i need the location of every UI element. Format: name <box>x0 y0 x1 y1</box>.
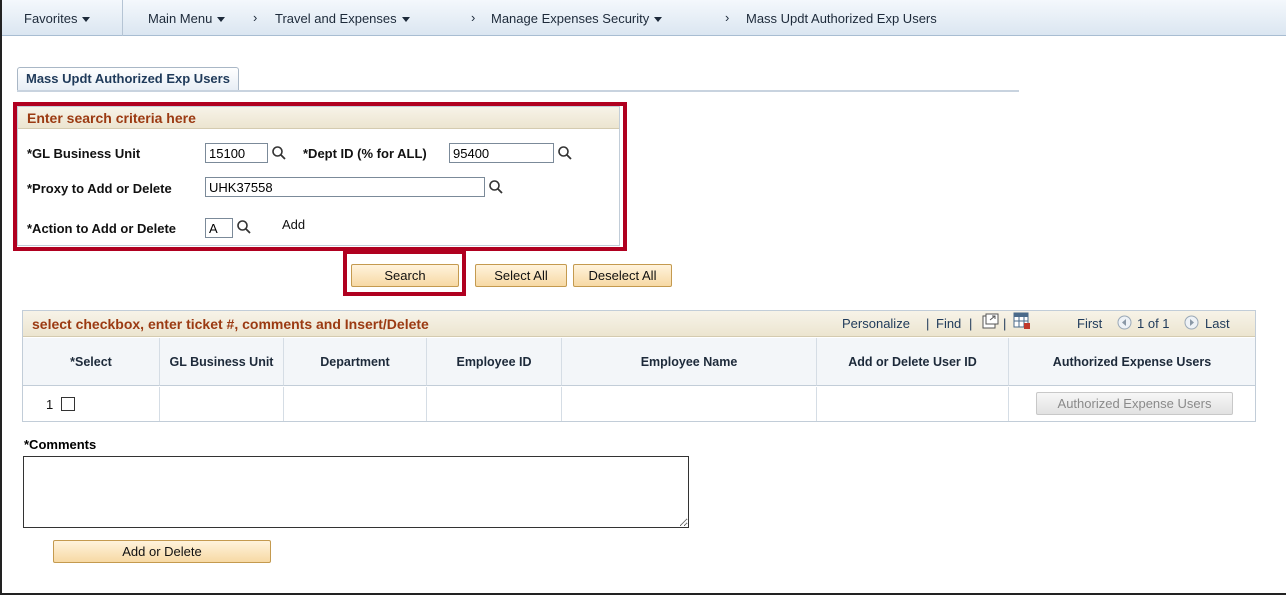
chevron-right-icon: › <box>471 10 476 25</box>
table-row <box>23 387 160 421</box>
caret-down-icon <box>82 17 91 23</box>
nav-bar: Favorites Main Menu › Travel and Expense… <box>2 0 1286 36</box>
caret-down-icon <box>401 17 410 23</box>
column-header-authorized-users: Authorized Expense Users <box>1009 338 1255 386</box>
add-or-delete-button[interactable]: Add or Delete <box>53 540 271 563</box>
column-header-employee-id: Employee ID <box>427 338 562 386</box>
personalize-link[interactable]: Personalize <box>842 316 910 331</box>
cell-employee-id <box>427 387 562 421</box>
find-link[interactable]: Find <box>936 316 961 331</box>
comments-textarea[interactable] <box>23 456 689 528</box>
column-label: Employee ID <box>456 354 532 369</box>
comments-label: *Comments <box>24 437 97 452</box>
download-icon[interactable] <box>1013 312 1031 330</box>
first-link[interactable]: First <box>1077 316 1102 331</box>
grid-title: select checkbox, enter ticket #, comment… <box>32 316 429 332</box>
favorites-menu[interactable]: Favorites <box>24 11 91 26</box>
nav-divider: | <box>1003 316 1007 331</box>
breadcrumb-current: Mass Updt Authorized Exp Users <box>746 11 937 26</box>
tab-mass-updt[interactable]: Mass Updt Authorized Exp Users <box>17 67 239 91</box>
search-button[interactable]: Search <box>351 264 459 287</box>
last-link[interactable]: Last <box>1205 316 1230 331</box>
manage-security-label: Manage Expenses Security <box>491 11 650 26</box>
select-checkbox[interactable] <box>61 397 75 411</box>
chevron-right-icon: › <box>725 10 730 25</box>
criteria-highlight-box <box>13 102 627 251</box>
main-menu-label: Main Menu <box>148 11 213 26</box>
tab-underline <box>17 90 1019 92</box>
column-label: Add or Delete User ID <box>848 354 977 369</box>
nav-divider: | <box>969 316 973 331</box>
column-header-select: *Select <box>23 338 160 386</box>
column-label: Employee Name <box>640 354 738 369</box>
column-label: *Select <box>70 354 112 369</box>
cell-user-id <box>817 387 1009 421</box>
travel-expenses-label: Travel and Expenses <box>275 11 397 26</box>
nav-divider <box>122 0 123 36</box>
column-header-employee-name: Employee Name <box>562 338 817 386</box>
column-header-department: Department <box>284 338 427 386</box>
caret-down-icon <box>217 17 226 23</box>
column-label: GL Business Unit <box>169 354 274 369</box>
column-header-gl-bu: GL Business Unit <box>160 338 284 386</box>
cell-gl-bu <box>160 387 284 421</box>
caret-down-icon <box>654 17 663 23</box>
manage-security-menu[interactable]: Manage Expenses Security <box>491 11 663 26</box>
column-header-user-id: Add or Delete User ID <box>817 338 1009 386</box>
view-all-icon[interactable] <box>982 313 999 330</box>
column-label: Department <box>320 354 390 369</box>
favorites-label: Favorites <box>24 11 78 26</box>
row-number: 1 <box>46 397 54 412</box>
nav-divider: | <box>926 316 930 331</box>
chevron-right-icon: › <box>253 10 258 25</box>
travel-expenses-menu[interactable]: Travel and Expenses <box>275 11 410 26</box>
select-all-button[interactable]: Select All <box>475 264 567 287</box>
cell-employee-name <box>562 387 817 421</box>
authorized-users-button[interactable]: Authorized Expense Users <box>1036 392 1233 415</box>
next-icon[interactable] <box>1184 315 1199 330</box>
cell-department <box>284 387 427 421</box>
deselect-all-button[interactable]: Deselect All <box>573 264 672 287</box>
main-menu[interactable]: Main Menu <box>148 11 226 26</box>
column-label: Authorized Expense Users <box>1052 354 1212 369</box>
prev-icon[interactable] <box>1117 315 1132 330</box>
row-range: 1 of 1 <box>1137 316 1170 331</box>
